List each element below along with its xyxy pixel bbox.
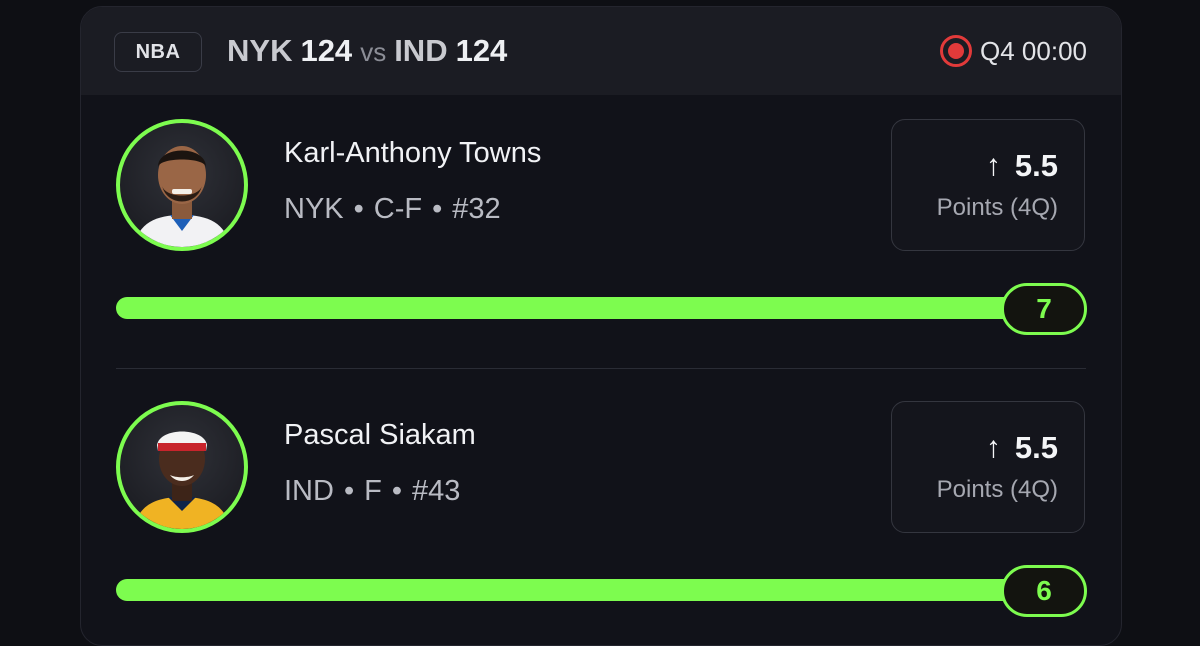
game-card: NBA NYK 124 vs IND 124 Q4 00:00 Karl-Ant…: [80, 6, 1122, 646]
prop-line: ↑ 5.5: [986, 430, 1058, 466]
prop-label: Points (4Q): [936, 194, 1058, 221]
separator-dot: •: [432, 193, 443, 225]
current-stat-value: 7: [1001, 283, 1087, 335]
prop-label: Points (4Q): [936, 476, 1058, 503]
player-row[interactable]: Pascal Siakam IND • F • #43 ↑ 5.5 Points…: [81, 379, 1121, 645]
separator-dot: •: [391, 475, 402, 507]
prop-line: ↑ 5.5: [986, 148, 1058, 184]
player-headshot-icon: [134, 431, 230, 529]
player-row[interactable]: Karl-Anthony Towns NYK • C-F • #32 ↑ 5.5…: [81, 97, 1121, 377]
vs-label: vs: [360, 37, 387, 67]
separator-dot: •: [353, 193, 364, 225]
prop-box[interactable]: ↑ 5.5 Points (4Q): [891, 119, 1085, 251]
game-clock: Q4 00:00: [980, 35, 1087, 66]
home-team: NYK: [227, 33, 293, 68]
prop-line-value: 5.5: [1014, 148, 1058, 183]
matchup-score: NYK 124 vs IND 124: [227, 33, 507, 69]
away-score: 124: [455, 33, 508, 68]
progress-bar: [116, 579, 1016, 601]
away-team: IND: [394, 33, 448, 68]
live-status: Q4 00:00: [940, 35, 1087, 67]
player-position: C-F: [373, 193, 423, 225]
prop-line-value: 5.5: [1014, 430, 1058, 465]
player-meta: IND • F • #43: [284, 475, 460, 508]
league-badge: NBA: [114, 32, 202, 72]
player-avatar: [116, 401, 248, 533]
player-meta: NYK • C-F • #32: [284, 193, 501, 226]
game-header: NBA NYK 124 vs IND 124 Q4 00:00: [81, 7, 1121, 95]
player-position: F: [364, 475, 382, 507]
player-number: #43: [411, 475, 461, 507]
player-number: #32: [452, 193, 501, 225]
player-avatar: [116, 119, 248, 251]
live-indicator-icon: [940, 35, 973, 67]
current-stat-value: 6: [1001, 565, 1087, 617]
progress-bar: [116, 297, 1016, 319]
row-divider: [116, 368, 1086, 369]
player-name: Karl-Anthony Towns: [284, 137, 542, 169]
arrow-up-icon: ↑: [985, 431, 1001, 464]
home-score: 124: [300, 33, 353, 68]
player-team: IND: [284, 475, 334, 507]
arrow-up-icon: ↑: [985, 149, 1001, 182]
separator-dot: •: [343, 475, 355, 507]
player-team: NYK: [284, 193, 344, 225]
player-name: Pascal Siakam: [284, 419, 476, 451]
prop-box[interactable]: ↑ 5.5 Points (4Q): [891, 401, 1085, 533]
player-headshot-icon: [134, 146, 230, 247]
